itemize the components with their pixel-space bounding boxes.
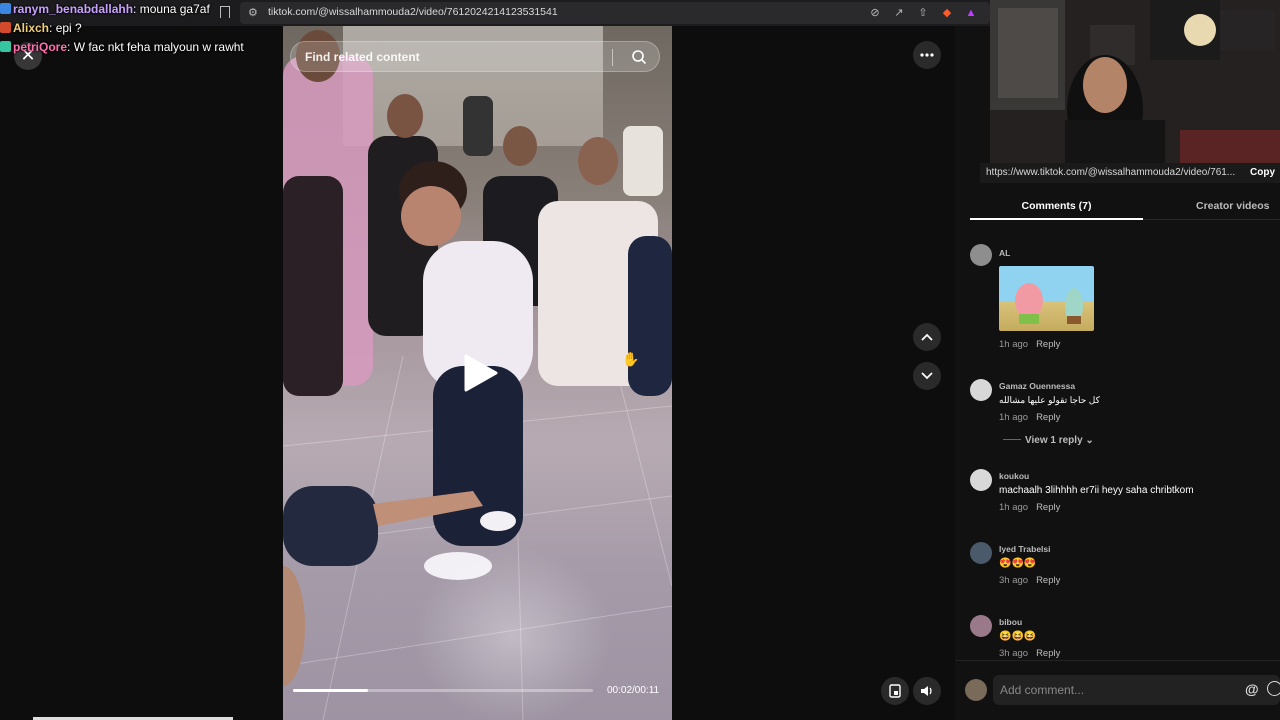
comment-author[interactable]: Gamaz Ouennessa	[999, 381, 1075, 391]
previous-video-chevron-up-icon[interactable]	[913, 323, 941, 351]
brave-shield-icon[interactable]: ◆	[940, 6, 954, 20]
avatar[interactable]	[970, 542, 992, 564]
copy-link-button[interactable]: Copy	[1250, 167, 1280, 178]
streamer-webcam	[990, 0, 1280, 163]
screen: ⚙ tiktok.com/@wissalhammouda2/video/7612…	[0, 0, 1280, 720]
comment-meta: 3h ago Reply	[999, 575, 1060, 586]
mention-icon[interactable]: @	[1245, 681, 1259, 697]
mouse-cursor-icon: ✋	[622, 351, 640, 367]
more-options-icon[interactable]	[913, 41, 941, 69]
chat-message: ranym_benabdallahh: mouna ga7af	[0, 0, 245, 19]
comment-meta: 1h ago Reply	[999, 339, 1060, 350]
chat-message: Alixch: epi ?	[0, 19, 245, 38]
comment-meta: 1h ago Reply	[999, 412, 1060, 423]
play-icon[interactable]	[462, 353, 500, 393]
url-text: tiktok.com/@wissalhammouda2/video/761202…	[268, 6, 558, 18]
chat-separator: :	[133, 2, 140, 16]
reply-button[interactable]: Reply	[1036, 502, 1060, 513]
reply-divider	[1003, 439, 1021, 440]
reply-button[interactable]: Reply	[1036, 648, 1060, 659]
view-replies-label: View 1 reply	[1025, 435, 1083, 446]
chat-username: Alixch	[13, 21, 50, 35]
chat-separator: :	[67, 40, 74, 54]
comment-item: AL 1h ago Reply	[970, 244, 1270, 354]
chevron-down-icon: ⌄	[1085, 435, 1094, 446]
chat-username: ranym_benabdallahh	[13, 2, 134, 16]
comment-author[interactable]: AL	[999, 248, 1010, 258]
comment-text: 😍😍😍	[999, 558, 1037, 569]
chat-username: petriQore	[13, 40, 68, 54]
share-link-row: https://www.tiktok.com/@wissalhammouda2/…	[980, 163, 1280, 183]
reply-button[interactable]: Reply	[1036, 575, 1060, 586]
avatar[interactable]	[970, 379, 992, 401]
comment-item: Gamaz Ouennessa كل حاجا تقولو عليها مشال…	[970, 379, 1270, 429]
site-settings-icon[interactable]: ⚙	[248, 7, 260, 19]
chat-separator: :	[49, 21, 56, 35]
chat-text: mouna ga7af	[139, 2, 210, 16]
active-tab-indicator	[970, 218, 1143, 220]
reply-button[interactable]: Reply	[1036, 412, 1060, 423]
search-placeholder: Find related content	[305, 50, 420, 64]
chat-badge-icon	[0, 22, 11, 33]
translate-icon[interactable]: ⊘	[868, 6, 882, 20]
comment-author[interactable]: koukou	[999, 471, 1029, 481]
address-bar[interactable]: ⚙ tiktok.com/@wissalhammouda2/video/7612…	[240, 2, 990, 24]
view-replies-button[interactable]: View 1 reply ⌄	[1003, 435, 1094, 446]
tab-comments[interactable]: Comments (7)	[970, 200, 1143, 212]
next-video-chevron-down-icon[interactable]	[913, 362, 941, 390]
chat-text: W fac nkt feha malyoun w rawht	[73, 40, 244, 54]
search-divider	[612, 49, 613, 66]
search-icon[interactable]	[631, 49, 647, 65]
chat-message: petriQore: W fac nkt feha malyoun w rawh…	[0, 38, 245, 57]
comment-item: bibou 😆😆😆 3h ago Reply	[970, 615, 1270, 665]
comment-time: 3h ago	[999, 575, 1029, 586]
avatar[interactable]	[970, 615, 992, 637]
comment-item: Iyed Trabelsi 😍😍😍 3h ago Reply	[970, 542, 1270, 592]
emoji-icon[interactable]	[1267, 681, 1280, 696]
comment-time: 1h ago	[999, 502, 1029, 513]
rewards-icon[interactable]: ▲	[964, 6, 978, 20]
video-progress-bar[interactable]	[293, 689, 593, 692]
avatar[interactable]	[970, 244, 992, 266]
avatar[interactable]	[970, 469, 992, 491]
comment-sticker-image[interactable]	[999, 266, 1094, 331]
comment-meta: 1h ago Reply	[999, 502, 1060, 513]
avatar	[965, 679, 987, 701]
volume-icon[interactable]	[913, 677, 941, 705]
comment-text: machaalh 3lihhhh er7ii heyy saha chribtk…	[999, 485, 1194, 496]
video-time: 00:02/00:11	[607, 685, 660, 696]
open-external-icon[interactable]: ↗	[892, 6, 906, 20]
comment-text: كل حاجا تقولو عليها مشالله	[999, 395, 1100, 405]
reply-button[interactable]: Reply	[1036, 339, 1060, 350]
add-comment-placeholder: Add comment...	[1000, 683, 1085, 697]
comment-time: 1h ago	[999, 412, 1029, 423]
add-comment-input[interactable]: Add comment... @	[993, 675, 1280, 705]
add-comment-bar: Add comment... @	[955, 660, 1280, 720]
extension-icons: ⊘ ↗ ⇧ ◆ ▲	[868, 6, 978, 20]
share-link: https://www.tiktok.com/@wissalhammouda2/…	[986, 167, 1236, 178]
panel-tabs: Comments (7) Creator videos	[970, 194, 1280, 220]
share-icon[interactable]: ⇧	[916, 6, 930, 20]
comment-meta: 3h ago Reply	[999, 648, 1060, 659]
comment-item: koukou machaalh 3lihhhh er7ii heyy saha …	[970, 469, 1270, 519]
comment-text: 😆😆😆	[999, 631, 1037, 642]
related-content-search[interactable]: Find related content	[290, 41, 660, 72]
video-light	[413, 546, 613, 720]
comment-author[interactable]: bibou	[999, 617, 1022, 627]
video-progress-fill	[293, 689, 368, 692]
comment-time: 1h ago	[999, 339, 1029, 350]
chat-badge-icon	[0, 3, 11, 14]
chat-badge-icon	[0, 41, 11, 52]
stream-chat-overlay: ranym_benabdallahh: mouna ga7af Alixch: e…	[0, 0, 245, 57]
comment-time: 3h ago	[999, 648, 1029, 659]
picture-in-picture-icon[interactable]	[881, 677, 909, 705]
comment-author[interactable]: Iyed Trabelsi	[999, 544, 1051, 554]
tab-creator-videos[interactable]: Creator videos	[1196, 200, 1270, 212]
chat-text: epi ?	[55, 21, 82, 35]
